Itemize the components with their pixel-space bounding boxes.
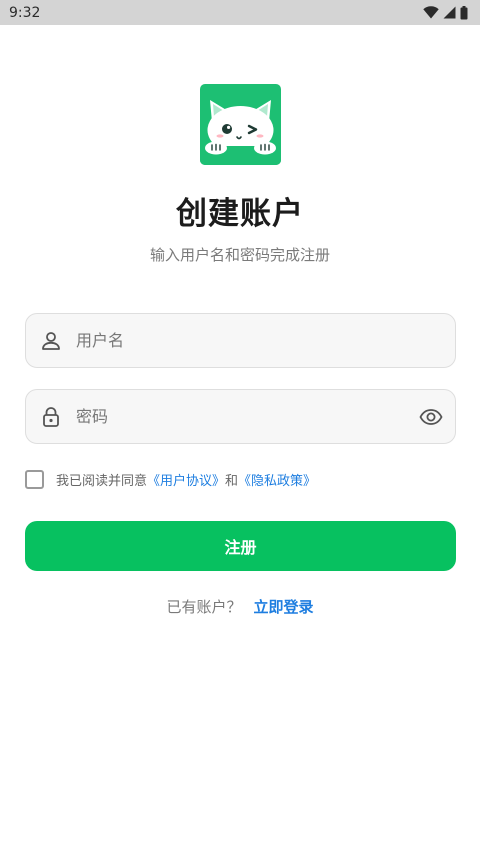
user-agreement-link[interactable]: 《用户协议》 xyxy=(147,470,225,489)
lock-icon xyxy=(40,406,62,428)
privacy-policy-link[interactable]: 《隐私政策》 xyxy=(238,470,316,489)
cellular-signal-icon xyxy=(443,6,456,19)
status-icons xyxy=(423,5,468,20)
password-input[interactable] xyxy=(76,390,406,443)
password-field[interactable] xyxy=(25,389,456,444)
register-button[interactable]: 注册 xyxy=(25,521,456,571)
username-input[interactable] xyxy=(76,314,406,367)
page-subtitle: 输入用户名和密码完成注册 xyxy=(149,246,330,264)
eye-icon[interactable] xyxy=(419,405,443,429)
battery-icon xyxy=(460,5,468,20)
app-logo xyxy=(200,84,281,165)
agreement-checkbox[interactable] xyxy=(25,469,44,489)
agreement-conjunction: 和 xyxy=(225,473,239,489)
agreement-row: 我已阅读并同意 《用户协议》 和 《隐私政策》 xyxy=(25,469,316,489)
agreement-prefix: 我已阅读并同意 xyxy=(56,473,148,489)
cat-mascot-icon xyxy=(200,100,281,165)
username-field[interactable] xyxy=(25,313,456,368)
status-bar: 9:32 xyxy=(0,0,480,25)
login-link[interactable]: 立即登录 xyxy=(254,598,314,616)
status-time: 9:32 xyxy=(9,4,41,21)
page-title: 创建账户 xyxy=(176,196,304,232)
login-row: 已有账户？ 立即登录 xyxy=(0,596,480,617)
wifi-icon xyxy=(423,6,439,19)
user-icon xyxy=(40,330,62,352)
login-prompt: 已有账户？ xyxy=(166,598,242,616)
